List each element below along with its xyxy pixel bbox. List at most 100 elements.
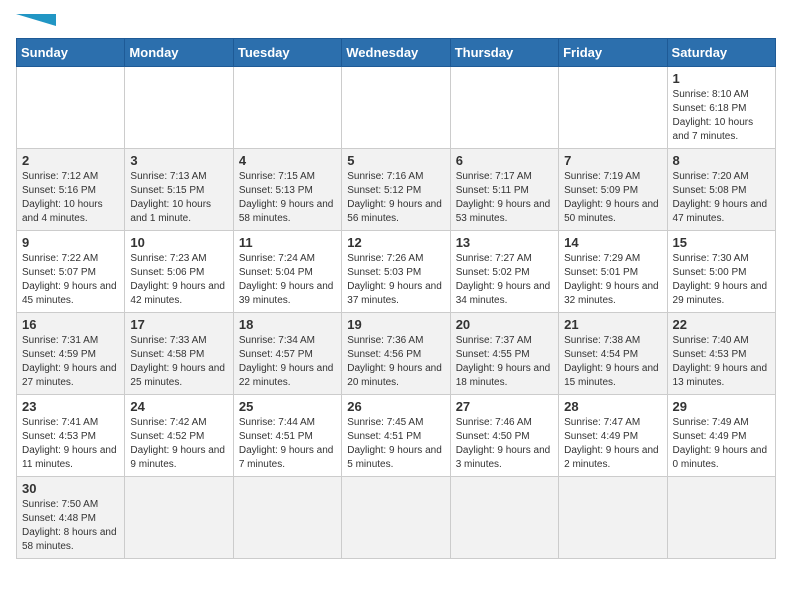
day-info: Sunrise: 7:20 AM Sunset: 5:08 PM Dayligh… bbox=[673, 170, 770, 226]
day-number: 7 bbox=[564, 153, 661, 168]
day-number: 25 bbox=[239, 399, 336, 414]
calendar-cell bbox=[342, 477, 450, 559]
day-info: Sunrise: 7:29 AM Sunset: 5:01 PM Dayligh… bbox=[564, 252, 661, 308]
day-info: Sunrise: 7:17 AM Sunset: 5:11 PM Dayligh… bbox=[456, 170, 553, 226]
day-number: 28 bbox=[564, 399, 661, 414]
day-info: Sunrise: 7:44 AM Sunset: 4:51 PM Dayligh… bbox=[239, 416, 336, 472]
calendar-cell: 23Sunrise: 7:41 AM Sunset: 4:53 PM Dayli… bbox=[17, 395, 125, 477]
day-info: Sunrise: 7:37 AM Sunset: 4:55 PM Dayligh… bbox=[456, 334, 553, 390]
calendar-cell bbox=[125, 477, 233, 559]
weekday-header: Monday bbox=[125, 39, 233, 67]
calendar-cell bbox=[233, 67, 341, 149]
day-info: Sunrise: 7:27 AM Sunset: 5:02 PM Dayligh… bbox=[456, 252, 553, 308]
weekday-header: Tuesday bbox=[233, 39, 341, 67]
day-info: Sunrise: 7:46 AM Sunset: 4:50 PM Dayligh… bbox=[456, 416, 553, 472]
calendar-cell: 30 Sunrise: 7:50 AM Sunset: 4:48 PM Dayli… bbox=[17, 477, 125, 559]
day-info: Sunrise: 7:33 AM Sunset: 4:58 PM Dayligh… bbox=[130, 334, 227, 390]
calendar-cell: 9 Sunrise: 7:22 AM Sunset: 5:07 PM Daylig… bbox=[17, 231, 125, 313]
calendar-cell: 16 Sunrise: 7:31 AM Sunset: 4:59 PM Dayli… bbox=[17, 313, 125, 395]
day-number: 8 bbox=[673, 153, 770, 168]
calendar-week-row: 1Sunrise: 8:10 AM Sunset: 6:18 PM Daylig… bbox=[17, 67, 776, 149]
day-info: Sunrise: 7:38 AM Sunset: 4:54 PM Dayligh… bbox=[564, 334, 661, 390]
calendar-cell bbox=[450, 477, 558, 559]
weekday-header: Friday bbox=[559, 39, 667, 67]
day-number: 20 bbox=[456, 317, 553, 332]
calendar-cell: 3 Sunrise: 7:13 AM Sunset: 5:15 PM Daylig… bbox=[125, 149, 233, 231]
calendar-cell bbox=[450, 67, 558, 149]
day-number: 21 bbox=[564, 317, 661, 332]
day-number: 14 bbox=[564, 235, 661, 250]
day-number: 22 bbox=[673, 317, 770, 332]
calendar-cell: 19 Sunrise: 7:36 AM Sunset: 4:56 PM Dayli… bbox=[342, 313, 450, 395]
calendar-cell: 27Sunrise: 7:46 AM Sunset: 4:50 PM Dayli… bbox=[450, 395, 558, 477]
day-info: Sunrise: 7:49 AM Sunset: 4:49 PM Dayligh… bbox=[673, 416, 770, 472]
calendar-cell: 25 Sunrise: 7:44 AM Sunset: 4:51 PM Dayli… bbox=[233, 395, 341, 477]
calendar-cell: 8 Sunrise: 7:20 AM Sunset: 5:08 PM Daylig… bbox=[667, 149, 775, 231]
day-info: Sunrise: 7:12 AM Sunset: 5:16 PM Dayligh… bbox=[22, 170, 119, 226]
calendar-cell: 6 Sunrise: 7:17 AM Sunset: 5:11 PM Daylig… bbox=[450, 149, 558, 231]
logo-triangle bbox=[16, 14, 56, 26]
day-info: Sunrise: 7:16 AM Sunset: 5:12 PM Dayligh… bbox=[347, 170, 444, 226]
day-info: Sunrise: 7:15 AM Sunset: 5:13 PM Dayligh… bbox=[239, 170, 336, 226]
calendar-week-row: 23Sunrise: 7:41 AM Sunset: 4:53 PM Dayli… bbox=[17, 395, 776, 477]
calendar-cell: 11 Sunrise: 7:24 AM Sunset: 5:04 PM Dayli… bbox=[233, 231, 341, 313]
day-info: Sunrise: 7:23 AM Sunset: 5:06 PM Dayligh… bbox=[130, 252, 227, 308]
day-number: 16 bbox=[22, 317, 119, 332]
calendar-cell bbox=[559, 477, 667, 559]
calendar-cell: 22Sunrise: 7:40 AM Sunset: 4:53 PM Dayli… bbox=[667, 313, 775, 395]
calendar-cell: 18Sunrise: 7:34 AM Sunset: 4:57 PM Dayli… bbox=[233, 313, 341, 395]
calendar-cell: 20 Sunrise: 7:37 AM Sunset: 4:55 PM Dayli… bbox=[450, 313, 558, 395]
day-info: Sunrise: 7:13 AM Sunset: 5:15 PM Dayligh… bbox=[130, 170, 227, 226]
calendar-cell: 17Sunrise: 7:33 AM Sunset: 4:58 PM Dayli… bbox=[125, 313, 233, 395]
calendar-week-row: 2 Sunrise: 7:12 AM Sunset: 5:16 PM Daylig… bbox=[17, 149, 776, 231]
day-info: Sunrise: 7:50 AM Sunset: 4:48 PM Dayligh… bbox=[22, 498, 119, 554]
calendar-cell: 14 Sunrise: 7:29 AM Sunset: 5:01 PM Dayli… bbox=[559, 231, 667, 313]
day-number: 6 bbox=[456, 153, 553, 168]
calendar-cell: 12 Sunrise: 7:26 AM Sunset: 5:03 PM Dayli… bbox=[342, 231, 450, 313]
weekday-header: Thursday bbox=[450, 39, 558, 67]
calendar: SundayMondayTuesdayWednesdayThursdayFrid… bbox=[16, 38, 776, 559]
day-info: Sunrise: 7:34 AM Sunset: 4:57 PM Dayligh… bbox=[239, 334, 336, 390]
weekday-header: Sunday bbox=[17, 39, 125, 67]
calendar-cell bbox=[342, 67, 450, 149]
calendar-week-row: 16 Sunrise: 7:31 AM Sunset: 4:59 PM Dayli… bbox=[17, 313, 776, 395]
day-info: Sunrise: 7:22 AM Sunset: 5:07 PM Dayligh… bbox=[22, 252, 119, 308]
day-number: 30 bbox=[22, 481, 119, 496]
calendar-cell bbox=[667, 477, 775, 559]
weekday-header: Saturday bbox=[667, 39, 775, 67]
day-info: Sunrise: 7:42 AM Sunset: 4:52 PM Dayligh… bbox=[130, 416, 227, 472]
calendar-cell: 5 Sunrise: 7:16 AM Sunset: 5:12 PM Daylig… bbox=[342, 149, 450, 231]
day-number: 5 bbox=[347, 153, 444, 168]
calendar-cell: 21 Sunrise: 7:38 AM Sunset: 4:54 PM Dayli… bbox=[559, 313, 667, 395]
calendar-cell: 1Sunrise: 8:10 AM Sunset: 6:18 PM Daylig… bbox=[667, 67, 775, 149]
day-number: 10 bbox=[130, 235, 227, 250]
day-number: 19 bbox=[347, 317, 444, 332]
day-info: Sunrise: 7:45 AM Sunset: 4:51 PM Dayligh… bbox=[347, 416, 444, 472]
calendar-cell bbox=[125, 67, 233, 149]
page-header bbox=[16, 16, 776, 26]
day-info: Sunrise: 8:10 AM Sunset: 6:18 PM Dayligh… bbox=[673, 88, 770, 144]
day-number: 9 bbox=[22, 235, 119, 250]
day-number: 2 bbox=[22, 153, 119, 168]
day-number: 12 bbox=[347, 235, 444, 250]
logo bbox=[16, 16, 56, 26]
day-number: 4 bbox=[239, 153, 336, 168]
calendar-cell bbox=[233, 477, 341, 559]
calendar-cell: 15 Sunrise: 7:30 AM Sunset: 5:00 PM Dayli… bbox=[667, 231, 775, 313]
day-number: 3 bbox=[130, 153, 227, 168]
day-info: Sunrise: 7:31 AM Sunset: 4:59 PM Dayligh… bbox=[22, 334, 119, 390]
day-info: Sunrise: 7:36 AM Sunset: 4:56 PM Dayligh… bbox=[347, 334, 444, 390]
calendar-week-row: 30 Sunrise: 7:50 AM Sunset: 4:48 PM Dayli… bbox=[17, 477, 776, 559]
weekday-header-row: SundayMondayTuesdayWednesdayThursdayFrid… bbox=[17, 39, 776, 67]
day-info: Sunrise: 7:24 AM Sunset: 5:04 PM Dayligh… bbox=[239, 252, 336, 308]
weekday-header: Wednesday bbox=[342, 39, 450, 67]
day-number: 15 bbox=[673, 235, 770, 250]
day-info: Sunrise: 7:26 AM Sunset: 5:03 PM Dayligh… bbox=[347, 252, 444, 308]
day-number: 26 bbox=[347, 399, 444, 414]
day-number: 11 bbox=[239, 235, 336, 250]
calendar-cell: 26 Sunrise: 7:45 AM Sunset: 4:51 PM Dayli… bbox=[342, 395, 450, 477]
calendar-cell: 2 Sunrise: 7:12 AM Sunset: 5:16 PM Daylig… bbox=[17, 149, 125, 231]
calendar-cell: 10 Sunrise: 7:23 AM Sunset: 5:06 PM Dayli… bbox=[125, 231, 233, 313]
calendar-cell: 13Sunrise: 7:27 AM Sunset: 5:02 PM Dayli… bbox=[450, 231, 558, 313]
day-info: Sunrise: 7:30 AM Sunset: 5:00 PM Dayligh… bbox=[673, 252, 770, 308]
